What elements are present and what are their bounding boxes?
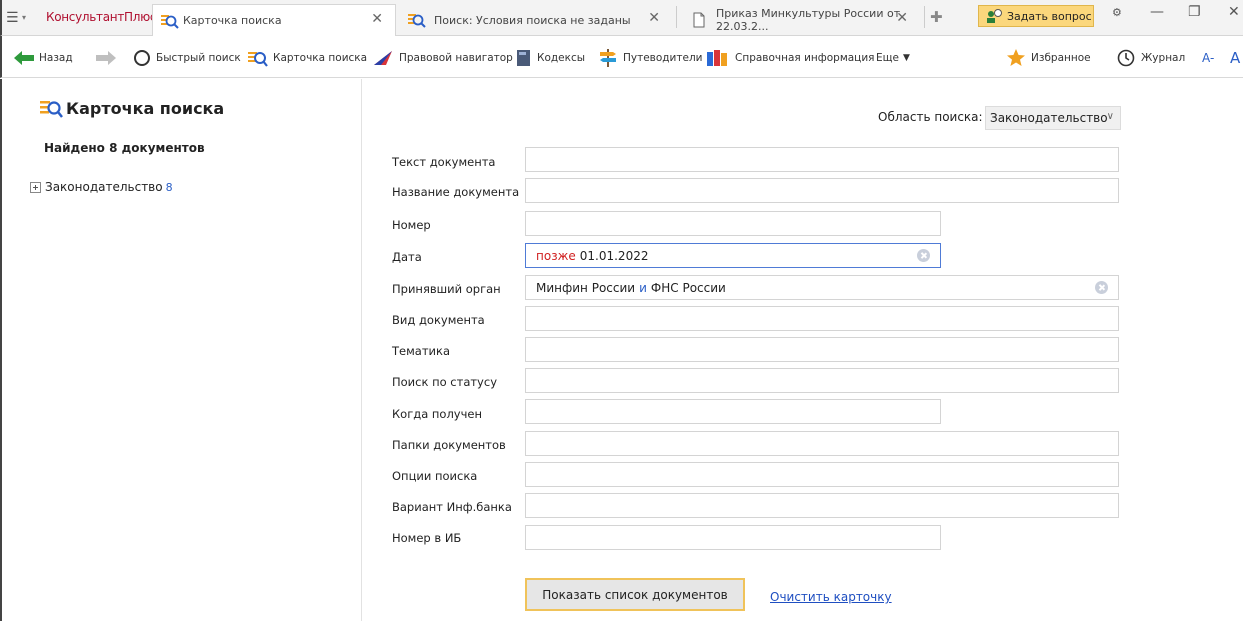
legal-navigator-icon xyxy=(374,51,392,65)
chevron-down-icon: ▼ xyxy=(902,53,910,63)
back-button[interactable]: Назад xyxy=(14,49,73,67)
issuing-body-field[interactable]: Минфин России и ФНС России xyxy=(525,275,1119,300)
codes-icon xyxy=(517,50,530,66)
close-tab-icon[interactable]: ✕ xyxy=(648,10,660,26)
issuing-body-value-2: ФНС России xyxy=(650,280,726,295)
search-options-field[interactable] xyxy=(525,462,1119,487)
label-infobank-variant: Вариант Инф.банка xyxy=(392,500,512,514)
favorites-button[interactable]: Избранное xyxy=(1006,49,1091,67)
search-card-icon xyxy=(161,15,179,29)
document-icon xyxy=(693,12,705,28)
more-menu-button[interactable]: Еще ▼ xyxy=(876,49,910,67)
menu-caret-icon[interactable]: ▾ xyxy=(22,13,26,22)
label-document-text: Текст документа xyxy=(392,155,496,169)
tab-separator xyxy=(676,6,677,28)
clear-card-link[interactable]: Очистить карточку xyxy=(770,590,892,604)
number-field[interactable] xyxy=(525,211,941,236)
ib-number-field[interactable] xyxy=(525,525,941,550)
font-increase-button[interactable]: A xyxy=(1230,49,1240,67)
issuing-body-value-1: Минфин России xyxy=(536,280,636,295)
show-documents-button[interactable]: Показать список документов xyxy=(525,578,745,611)
reference-button[interactable]: Справочная информация xyxy=(706,49,874,67)
label-document-name: Название документа xyxy=(392,185,520,199)
journal-button[interactable]: Журнал xyxy=(1116,49,1185,67)
ask-question-button[interactable]: Задать вопрос xyxy=(978,5,1094,27)
chevron-down-icon: ∨ xyxy=(1106,111,1114,122)
add-tab-icon[interactable]: ✚ xyxy=(930,8,943,26)
label-issuing-body: Принявший орган xyxy=(392,282,501,296)
found-count: Найдено 8 документов xyxy=(44,141,205,155)
tab-search-results[interactable]: Поиск: Условия поиска не заданы ✕ xyxy=(400,4,672,36)
settings-icon[interactable]: ⚙ xyxy=(1112,6,1122,19)
label-received: Когда получен xyxy=(392,407,482,421)
label-doc-type: Вид документа xyxy=(392,313,485,327)
date-keyword: позже xyxy=(536,248,576,263)
menu-icon[interactable]: ☰ xyxy=(6,10,19,26)
close-tab-icon[interactable]: ✕ xyxy=(371,11,383,27)
font-decrease-button[interactable]: A- xyxy=(1202,49,1214,67)
guides-icon xyxy=(600,49,616,67)
minimize-icon[interactable]: — xyxy=(1150,4,1164,20)
back-arrow-icon xyxy=(14,51,34,65)
tab-label: Поиск: Условия поиска не заданы xyxy=(434,13,631,27)
history-icon xyxy=(1117,49,1135,67)
brand-logo[interactable]: КонсультантПлюс xyxy=(46,10,157,24)
tree-item-label: Законодательство xyxy=(45,180,163,194)
ask-question-icon xyxy=(987,9,1002,23)
ask-question-label: Задать вопрос xyxy=(1007,9,1092,23)
issuing-body-conj: и xyxy=(639,280,647,295)
toolbar: Назад Быстрый поиск Карточка поиска Прав… xyxy=(0,36,1243,78)
search-area-label: Область поиска: xyxy=(878,110,983,124)
infobank-variant-field[interactable] xyxy=(525,493,1119,518)
star-icon xyxy=(1007,49,1025,66)
label-status-search: Поиск по статусу xyxy=(392,375,497,389)
close-icon[interactable]: ✕ xyxy=(1228,4,1240,20)
topic-field[interactable] xyxy=(525,337,1119,362)
left-panel: Карточка поиска Найдено 8 документов Зак… xyxy=(0,79,362,621)
restore-icon[interactable]: ❐ xyxy=(1188,4,1201,20)
tab-label: Карточка поиска xyxy=(183,14,282,27)
label-search-options: Опции поиска xyxy=(392,469,478,483)
reference-icon xyxy=(707,50,727,66)
date-field[interactable]: позже 01.01.2022 xyxy=(525,243,941,268)
date-value: 01.01.2022 xyxy=(579,248,649,263)
forward-button[interactable] xyxy=(96,49,121,67)
tab-label: Приказ Минкультуры России от 22.03.2... xyxy=(716,7,901,33)
clear-field-icon[interactable] xyxy=(917,249,930,262)
label-folders: Папки документов xyxy=(392,438,506,452)
quick-search-button[interactable]: Быстрый поиск xyxy=(133,49,241,67)
label-date: Дата xyxy=(392,250,422,264)
label-topic: Тематика xyxy=(392,344,450,358)
status-search-field[interactable] xyxy=(525,368,1119,393)
forward-arrow-icon xyxy=(96,51,116,65)
document-name-field[interactable] xyxy=(525,178,1119,203)
codes-button[interactable]: Кодексы xyxy=(516,49,585,67)
search-card-icon xyxy=(248,52,268,67)
tab-search-card[interactable]: Карточка поиска ✕ xyxy=(152,4,396,36)
tree-item-count: 8 xyxy=(165,180,173,194)
received-field[interactable] xyxy=(525,399,941,424)
search-card-button[interactable]: Карточка поиска xyxy=(248,49,367,67)
doc-type-field[interactable] xyxy=(525,306,1119,331)
search-card-icon xyxy=(408,14,426,28)
folders-field[interactable] xyxy=(525,431,1119,456)
tree-item-legislation[interactable]: Законодательство 8 xyxy=(30,179,173,195)
close-tab-icon[interactable]: ✕ xyxy=(896,10,908,26)
quick-search-icon xyxy=(134,50,150,66)
clear-field-icon[interactable] xyxy=(1095,281,1108,294)
tab-bar: ☰ ▾ КонсультантПлюс Карточка поиска ✕ По… xyxy=(0,0,1243,36)
legal-navigator-button[interactable]: Правовой навигатор xyxy=(372,49,513,67)
guides-button[interactable]: Путеводители xyxy=(598,49,703,67)
expand-icon[interactable] xyxy=(30,181,41,193)
tab-document[interactable]: Приказ Минкультуры России от 22.03.2... … xyxy=(682,4,920,36)
search-card-icon xyxy=(40,101,63,118)
label-ib-number: Номер в ИБ xyxy=(392,531,462,545)
search-area-select[interactable]: Законодательство ∨ xyxy=(985,106,1121,130)
label-number: Номер xyxy=(392,218,431,232)
document-text-field[interactable] xyxy=(525,147,1119,172)
tab-separator xyxy=(924,6,925,28)
panel-title: Карточка поиска xyxy=(66,98,225,118)
